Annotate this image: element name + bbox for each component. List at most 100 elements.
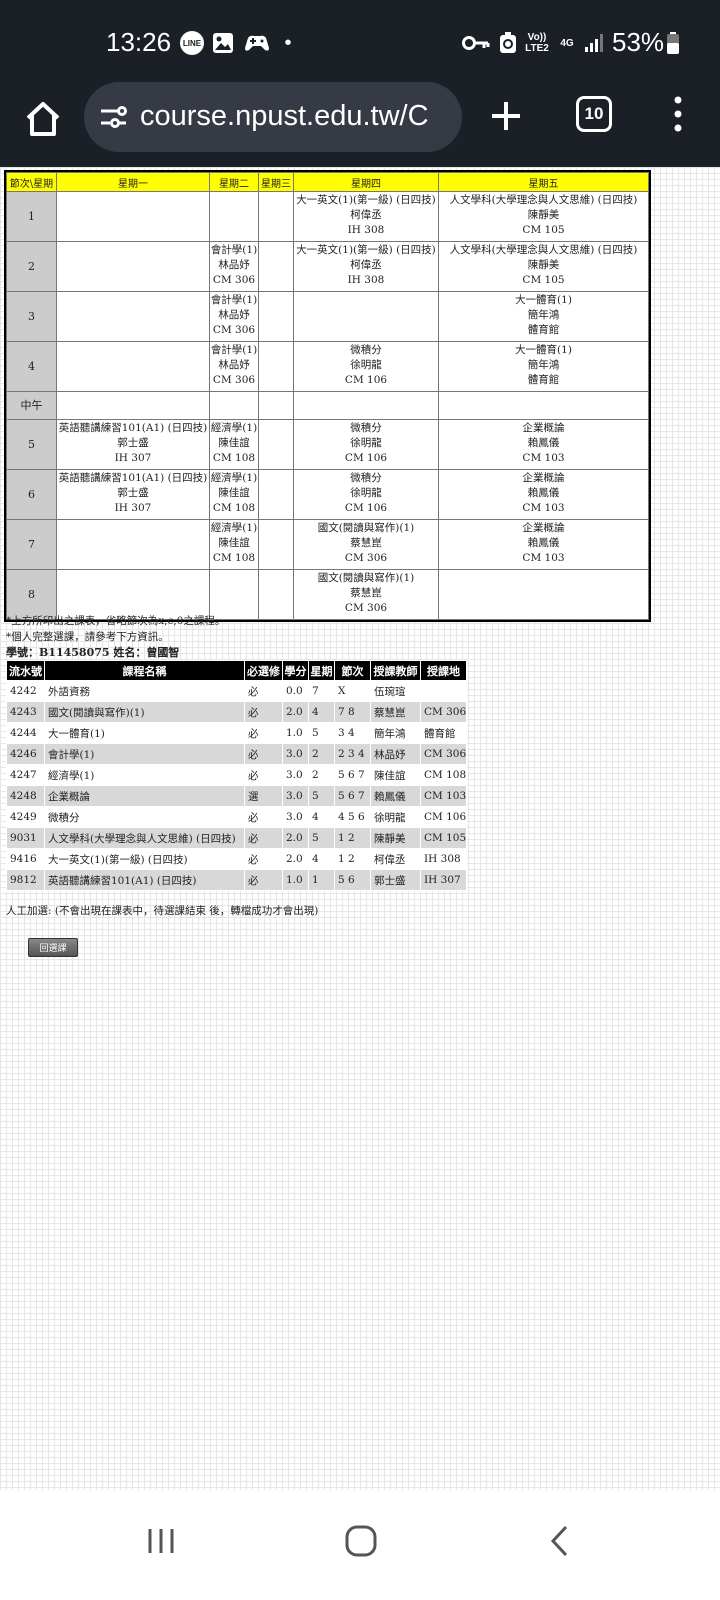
room: CM 103 <box>522 452 565 464</box>
table-cell: 必 <box>244 827 283 849</box>
teacher-name: 賴鳳儀 <box>527 537 560 549</box>
address-bar[interactable]: course.npust.edu.tw/C <box>84 82 462 152</box>
table-cell: 9416 <box>6 848 45 870</box>
table-cell: 蔡慧崑 <box>370 701 421 723</box>
course-name: 會計學(1) <box>210 344 258 356</box>
nav-home-icon[interactable] <box>344 1524 378 1558</box>
course-name: 人文學科(大學理念與人文思維) (日四技) <box>449 194 638 206</box>
back-to-selection-button[interactable]: 回選課 <box>28 938 78 957</box>
table-cell: 7 8 <box>334 701 371 723</box>
room: CM 103 <box>522 552 565 564</box>
schedule-cell: 會計學(1) 林品妤 CM 306 <box>209 341 259 392</box>
course-name: 人文學科(大學理念與人文思維) (日四技) <box>449 244 638 256</box>
course-name: 大一英文(1)(第一級) (日四技) <box>296 244 436 256</box>
table-cell: 5 <box>308 785 335 807</box>
plus-icon[interactable] <box>486 96 526 136</box>
teacher-name: 柯偉丞 <box>350 259 382 271</box>
table-cell: 選 <box>244 785 283 807</box>
schedule-cell: 微積分 徐明龍 CM 106 <box>293 341 439 392</box>
table-cell: 徐明龍 <box>370 806 421 828</box>
schedule-cell <box>258 291 294 342</box>
table-cell: 9031 <box>6 827 45 849</box>
course-list-header: 流水號 課程名稱 必選修 學分 星期 節次 授課教師 授課地 <box>6 660 467 681</box>
schedule-cell: 會計學(1) 林品妤 CM 306 <box>209 241 259 292</box>
course-name: 大一英文(1)(第一級) (日四技) <box>296 194 436 206</box>
course-name: 經濟學(1) <box>210 522 258 534</box>
teacher-name: 陳佳誼 <box>218 537 250 549</box>
schedule-body: 1 大一英文(1)(第一級) (日四技) 柯偉丞 IH 308 人文學科(大學理念與人文… <box>6 191 649 620</box>
home-icon[interactable] <box>20 96 66 142</box>
course-name: 英語聽講練習101(A1) (日四技) <box>58 472 208 484</box>
back-icon[interactable] <box>548 1524 570 1558</box>
table-cell: 企業概論 <box>44 785 245 807</box>
table-cell: 3.0 <box>282 764 309 786</box>
table-cell: 2 3 4 <box>334 743 371 765</box>
table-cell <box>420 680 467 702</box>
tabs-icon[interactable]: 10 <box>576 96 612 132</box>
schedule-cell <box>293 391 439 420</box>
battery-icon <box>666 31 680 55</box>
table-row: 9031 人文學科(大學理念與人文思維) (日四技) 必 2.0 5 1 2 陳靜美 CM 1… <box>6 827 467 849</box>
network-type: 4G <box>560 37 574 49</box>
schedule-header-cell: 星期二 <box>209 172 259 192</box>
table-cell: 4 <box>308 848 335 870</box>
table-cell: 經濟學(1) <box>44 764 245 786</box>
table-cell: 1.0 <box>282 869 309 891</box>
course-list-header-cell: 流水號 <box>6 660 45 681</box>
teacher-name: 徐明龍 <box>350 487 382 499</box>
table-cell: 必 <box>244 680 283 702</box>
table-cell: 體育館 <box>420 722 467 744</box>
schedule-header-cell: 星期三 <box>258 172 294 192</box>
table-cell: 賴鳳儀 <box>370 785 421 807</box>
teacher-name: 徐明龍 <box>350 359 382 371</box>
table-cell: 2 <box>308 743 335 765</box>
recents-icon[interactable] <box>146 1526 176 1556</box>
course-name: 大一體育(1) <box>515 294 572 306</box>
room: IH 308 <box>347 274 385 286</box>
schedule-cell <box>56 391 210 420</box>
table-cell: IH 308 <box>420 848 467 870</box>
teacher-name: 林品妤 <box>218 259 250 271</box>
status-time: 13:26 <box>106 27 172 57</box>
tune-icon[interactable] <box>98 102 128 132</box>
room: CM 108 <box>212 452 256 464</box>
schedule-row: 2 會計學(1) 林品妤 CM 306 大一英文(1)(第一級) (日四技) 柯偉丞 IH … <box>6 241 649 292</box>
schedule-cell <box>56 519 210 570</box>
table-cell: 林品妤 <box>370 743 421 765</box>
schedule-row: 7 經濟學(1) 陳佳誼 CM 108 國文(閱讀與寫作)(1) 蔡慧崑 CM 306 企業概… <box>6 519 649 570</box>
table-cell: 7 <box>308 680 335 702</box>
data-saver-icon <box>498 31 518 55</box>
teacher-name: 郭士盛 <box>117 487 149 499</box>
schedule-cell <box>56 241 210 292</box>
table-cell: 4244 <box>6 722 45 744</box>
schedule-cell: 大一體育(1) 簡年鴻 體育館 <box>438 291 649 342</box>
table-row: 4247 經濟學(1) 必 3.0 2 5 6 7 陳佳誼 CM 108 <box>6 764 467 786</box>
teacher-name: 陳佳誼 <box>218 487 250 499</box>
course-name: 微積分 <box>350 422 382 434</box>
table-cell: 9812 <box>6 869 45 891</box>
schedule-cell <box>258 569 294 620</box>
schedule-cell: 經濟學(1) 陳佳誼 CM 108 <box>209 419 259 470</box>
table-cell: IH 307 <box>420 869 467 891</box>
table-cell: 3.0 <box>282 743 309 765</box>
url-text[interactable]: course.npust.edu.tw/C <box>140 100 429 133</box>
table-cell: 4 5 6 <box>334 806 371 828</box>
schedule-header-cell: 星期一 <box>56 172 210 192</box>
schedule-table: 節次\星期 星期一 星期二 星期三 星期四 星期五 1 大一英文(1)(第一級) (日四技)… <box>4 170 651 622</box>
room: CM 306 <box>344 602 388 614</box>
battery-percent: 53% <box>612 27 665 57</box>
schedule-cell: 大一體育(1) 簡年鴻 體育館 <box>438 341 649 392</box>
course-name: 國文(閱讀與寫作)(1) <box>317 522 415 534</box>
course-list-header-cell: 授課地 <box>420 660 467 681</box>
table-row: 4244 大一體育(1) 必 1.0 5 3 4 簡年鴻 體育館 <box>6 722 467 744</box>
table-cell: 柯偉丞 <box>370 848 421 870</box>
teacher-name: 林品妤 <box>218 359 250 371</box>
table-cell: 大一英文(1)(第一級) (日四技) <box>44 848 245 870</box>
course-name: 會計學(1) <box>210 294 258 306</box>
note-full-selection: *個人完整選課，請參考下方資訊。 <box>6 631 169 643</box>
table-cell: CM 108 <box>420 764 467 786</box>
teacher-name: 簡年鴻 <box>527 359 560 371</box>
more-vert-icon[interactable] <box>666 94 690 134</box>
schedule-header-row: 節次\星期 星期一 星期二 星期三 星期四 星期五 <box>6 172 649 192</box>
course-name: 微積分 <box>350 472 382 484</box>
